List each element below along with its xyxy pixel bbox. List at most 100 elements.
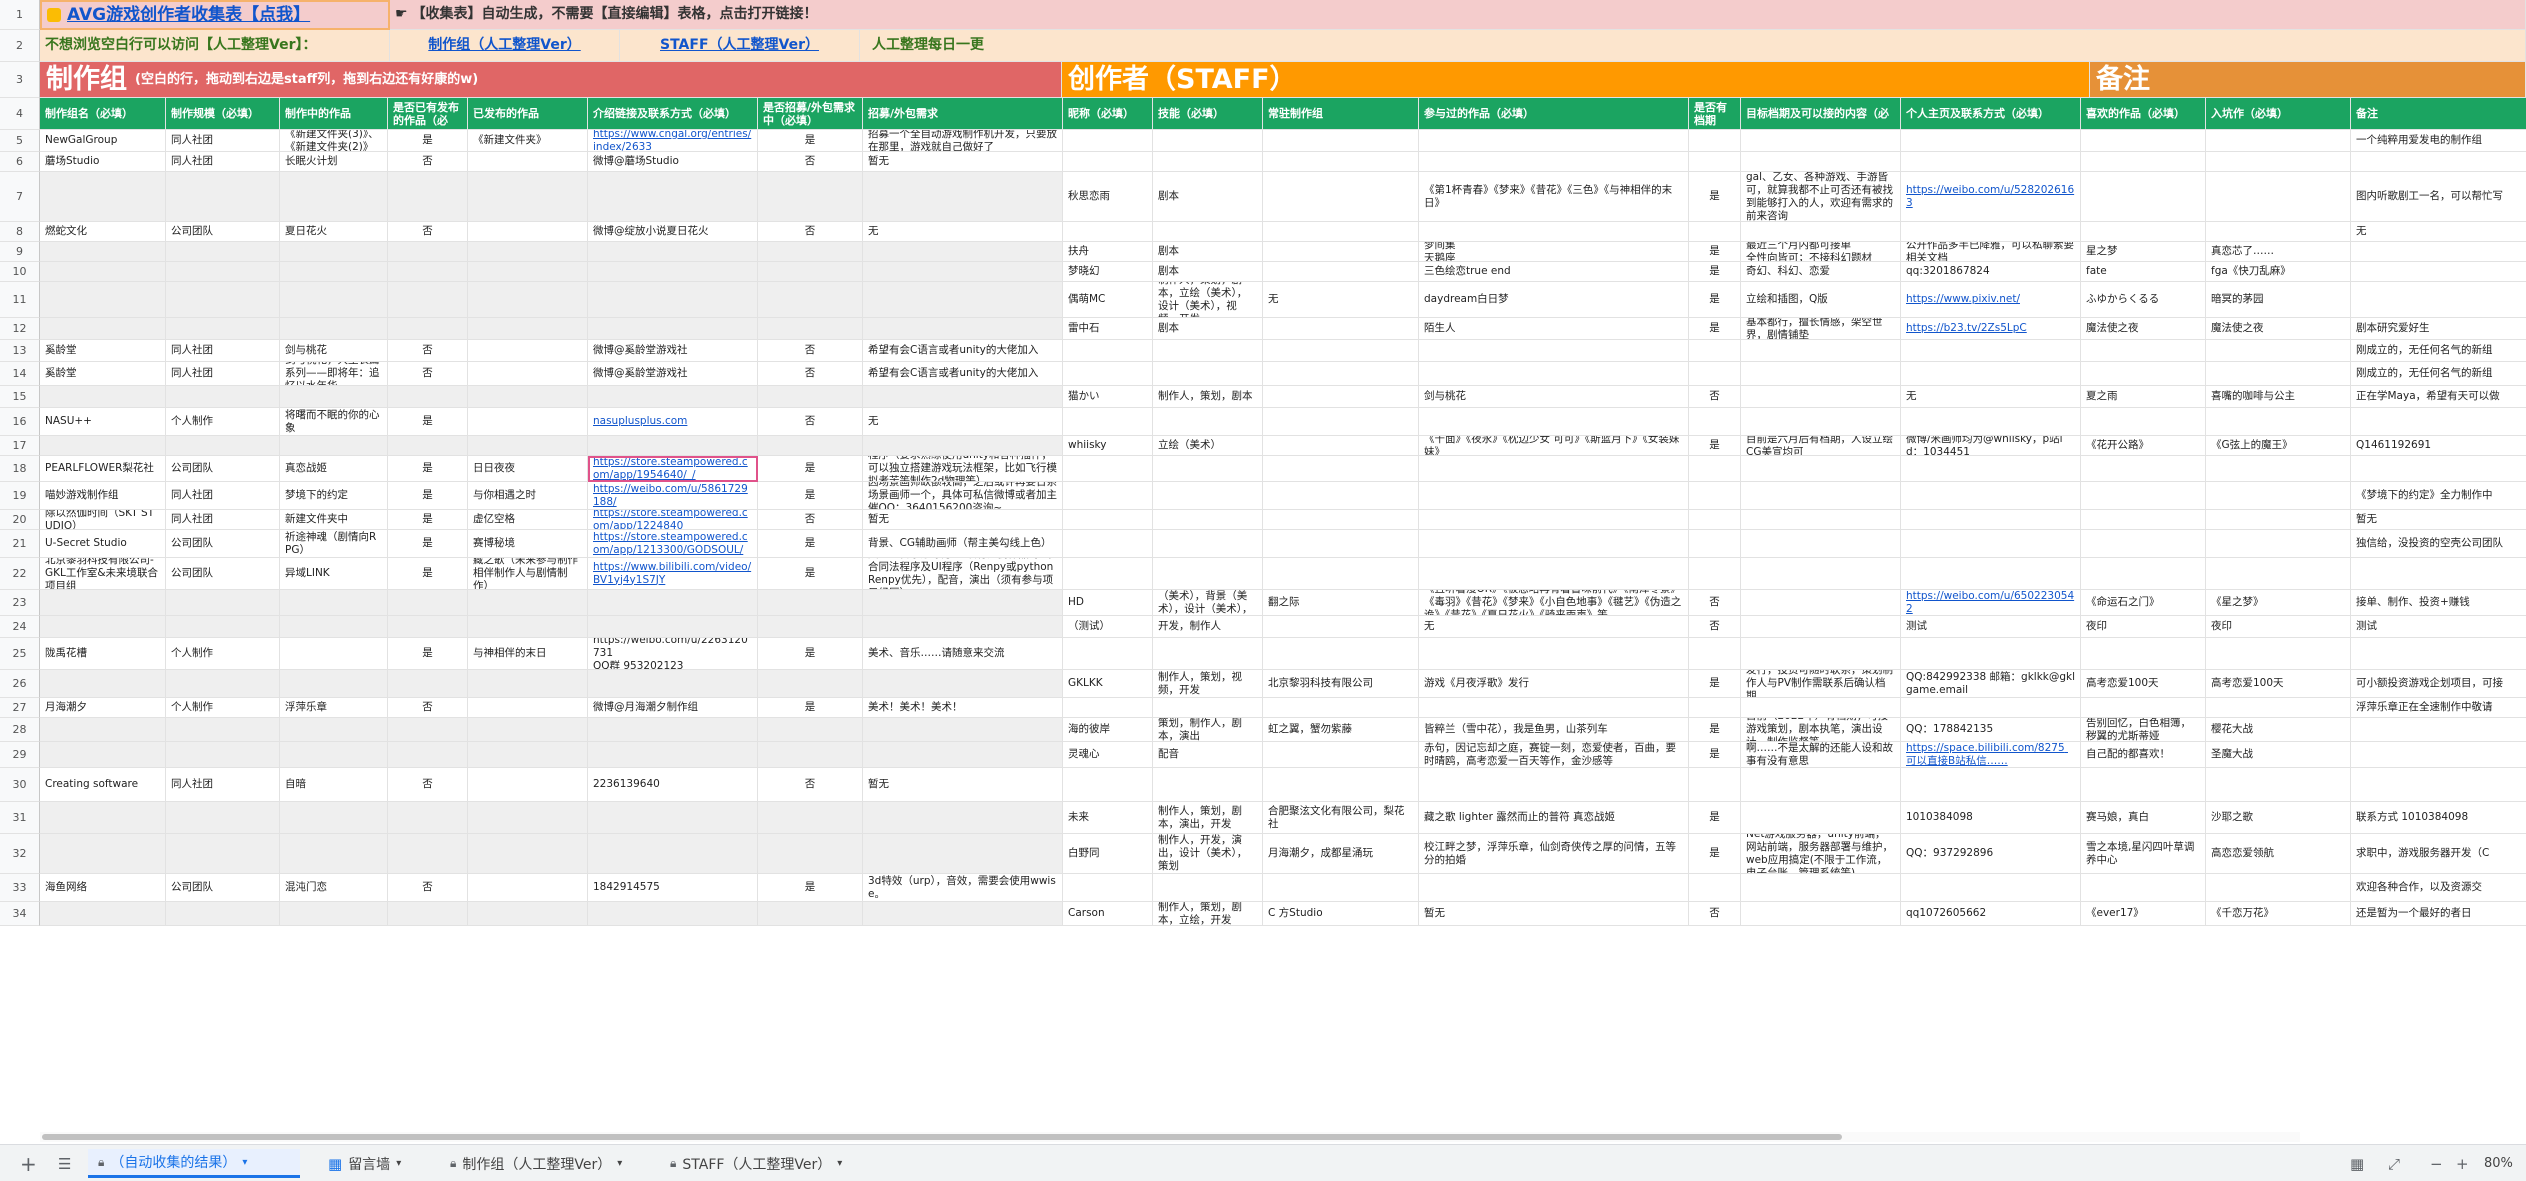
table-cell[interactable]: [1901, 340, 2081, 362]
table-cell[interactable]: [280, 902, 388, 926]
table-cell[interactable]: [2081, 172, 2206, 222]
table-cell[interactable]: [166, 386, 280, 408]
table-cell[interactable]: [388, 802, 468, 834]
table-cell[interactable]: 是: [388, 558, 468, 590]
tab-group-manual[interactable]: 🔒︎ 制作组（人工整理Ver） ▾: [440, 1149, 640, 1178]
table-cell[interactable]: 一个纯粹用爱发电的制作组: [2351, 130, 2526, 152]
table-cell[interactable]: [1741, 874, 1901, 902]
table-cell[interactable]: 制作人，策划，剧本: [1153, 386, 1263, 408]
table-cell[interactable]: [1741, 386, 1901, 408]
table-cell[interactable]: 同人社团: [166, 340, 280, 362]
table-cell[interactable]: 雷中石: [1063, 318, 1153, 340]
table-cell[interactable]: [1901, 558, 2081, 590]
table-cell[interactable]: fga《快刀乱麻》: [2206, 262, 2351, 282]
table-cell[interactable]: 剧本: [1153, 262, 1263, 282]
table-cell[interactable]: https://space.bilibili.com/8275 可以直接B站私信…: [1901, 742, 2081, 768]
column-header[interactable]: 常驻制作组: [1263, 98, 1419, 130]
table-cell[interactable]: [280, 436, 388, 456]
table-cell[interactable]: [1153, 768, 1263, 802]
table-cell[interactable]: [863, 834, 1063, 874]
table-cell[interactable]: [1419, 340, 1689, 362]
table-cell[interactable]: [1741, 340, 1901, 362]
table-cell[interactable]: 是: [1689, 718, 1741, 742]
table-cell[interactable]: 否: [758, 222, 863, 242]
table-cell[interactable]: 正在学Maya，希望有天可以做: [2351, 386, 2526, 408]
table-cell[interactable]: 浮萍乐章正在全速制作中敬请: [2351, 698, 2526, 718]
table-cell[interactable]: [1419, 530, 1689, 558]
table-cell[interactable]: [40, 242, 166, 262]
table-cell[interactable]: [280, 742, 388, 768]
table-cell[interactable]: 月海潮夕: [40, 698, 166, 718]
table-cell[interactable]: GKLKK: [1063, 670, 1153, 698]
table-cell[interactable]: [1263, 362, 1419, 386]
table-cell[interactable]: [2081, 482, 2206, 510]
table-cell[interactable]: [1419, 698, 1689, 718]
table-cell[interactable]: [280, 802, 388, 834]
table-cell[interactable]: 奚龄堂: [40, 362, 166, 386]
table-cell[interactable]: [40, 436, 166, 456]
table-cell[interactable]: [758, 670, 863, 698]
group-manual-link[interactable]: 制作组（人工整理Ver）: [428, 38, 580, 52]
row-number[interactable]: 18: [0, 456, 40, 482]
table-cell[interactable]: 否: [388, 152, 468, 172]
column-header[interactable]: 制作规模（必填）: [166, 98, 280, 130]
table-cell[interactable]: [1689, 408, 1741, 436]
table-cell[interactable]: [758, 718, 863, 742]
staff-manual-link[interactable]: STAFF（人工整理Ver）: [660, 38, 819, 52]
table-cell[interactable]: 目前是六月后有档期，人设立绘CG美宣均可: [1741, 436, 1901, 456]
table-cell[interactable]: [166, 616, 280, 638]
table-cell[interactable]: [758, 616, 863, 638]
table-cell[interactable]: 无: [1263, 282, 1419, 318]
table-cell[interactable]: [863, 282, 1063, 318]
table-cell[interactable]: [1741, 152, 1901, 172]
table-cell[interactable]: [588, 172, 758, 222]
table-cell[interactable]: 是: [1689, 282, 1741, 318]
table-cell[interactable]: 测试: [1901, 616, 2081, 638]
table-cell[interactable]: 《命运石之门》: [2081, 590, 2206, 616]
table-cell[interactable]: [2351, 456, 2526, 482]
table-cell[interactable]: [1689, 130, 1741, 152]
tab-auto-collected[interactable]: 🔒︎ （自动收集的结果） ▾: [88, 1149, 300, 1178]
table-cell[interactable]: [468, 222, 588, 242]
table-cell[interactable]: 是: [758, 456, 863, 482]
table-cell[interactable]: 海的彼岸: [1063, 718, 1153, 742]
table-cell[interactable]: [2081, 698, 2206, 718]
column-header[interactable]: 是否已有发布的作品（必: [388, 98, 468, 130]
table-cell[interactable]: 是: [758, 130, 863, 152]
table-cell[interactable]: [468, 874, 588, 902]
table-cell[interactable]: 刚成立的，无任何名气的新组: [2351, 362, 2526, 386]
table-cell[interactable]: [2081, 638, 2206, 670]
table-cell[interactable]: [2206, 362, 2351, 386]
table-cell[interactable]: [468, 698, 588, 718]
table-cell[interactable]: 暂无: [2351, 510, 2526, 530]
form-title-link[interactable]: AVG游戏创作者收集表【点我】: [67, 6, 310, 23]
table-cell[interactable]: [1419, 558, 1689, 590]
table-cell[interactable]: 微博@奚龄堂游戏社: [588, 362, 758, 386]
table-cell[interactable]: [1263, 152, 1419, 172]
table-cell[interactable]: [1901, 638, 2081, 670]
table-cell[interactable]: 是: [388, 510, 468, 530]
table-cell[interactable]: 招募一个全自动游戏制作机开发，只要放在那里，游戏就自己做好了: [863, 130, 1063, 152]
table-cell[interactable]: [280, 616, 388, 638]
table-cell[interactable]: 是: [1689, 742, 1741, 768]
table-cell[interactable]: [1063, 558, 1153, 590]
table-cell[interactable]: [588, 802, 758, 834]
table-cell[interactable]: [1153, 530, 1263, 558]
table-cell[interactable]: 长眠火计划: [280, 152, 388, 172]
table-cell[interactable]: https://b23.tv/2Zs5LpC: [1901, 318, 2081, 340]
table-cell[interactable]: [2351, 262, 2526, 282]
table-cell[interactable]: 同人社团: [166, 362, 280, 386]
table-cell[interactable]: [166, 718, 280, 742]
table-cell[interactable]: 《千恋万花》: [2206, 902, 2351, 926]
table-cell[interactable]: [1263, 340, 1419, 362]
table-cell[interactable]: 《千面》《夜永》《枕边少女 可可》《斯蓝月下》《女装妹妹》: [1419, 436, 1689, 456]
table-cell[interactable]: 虹之翼，蟹勿紫藤: [1263, 718, 1419, 742]
table-cell[interactable]: 否: [1689, 616, 1741, 638]
table-cell[interactable]: 魔法使之夜: [2081, 318, 2206, 340]
table-cell[interactable]: 2236139640: [588, 768, 758, 802]
table-cell[interactable]: Q1461192691: [2351, 436, 2526, 456]
table-cell[interactable]: 基本都行，擅长情感，架空世界，剧情铺垫: [1741, 318, 1901, 340]
table-cell[interactable]: 游戏《月夜浮歌》发行: [1419, 670, 1689, 698]
table-cell[interactable]: 海鱼网络: [40, 874, 166, 902]
table-cell[interactable]: [40, 590, 166, 616]
